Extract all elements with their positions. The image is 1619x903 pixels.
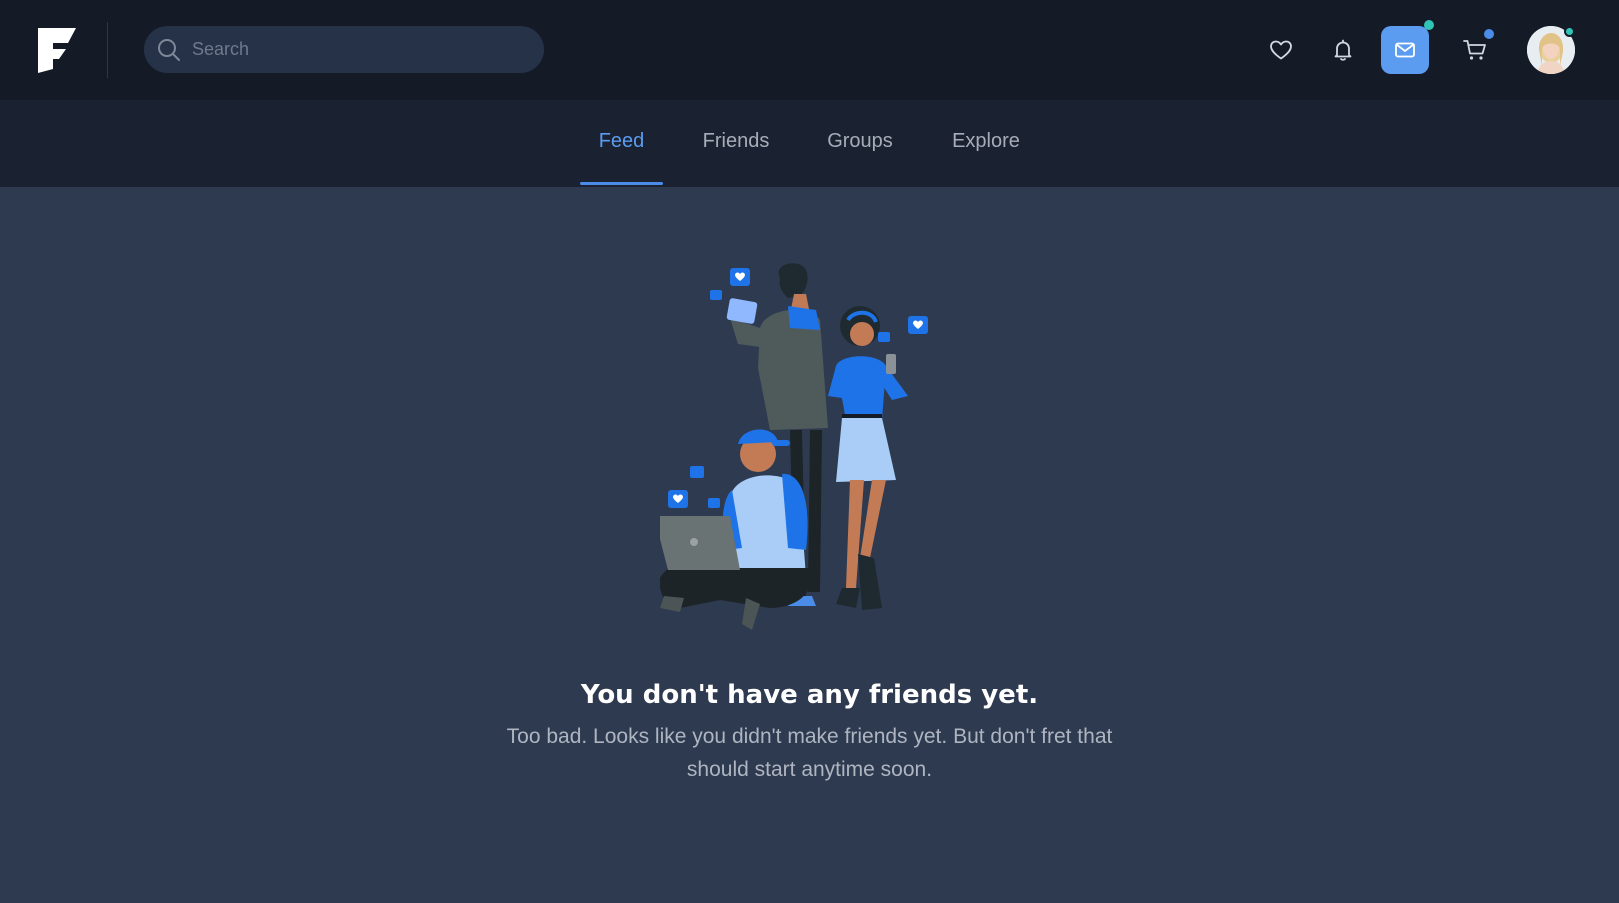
wishlist-button[interactable] [1257,26,1305,74]
search-icon [156,37,182,63]
notifications-button[interactable] [1319,26,1367,74]
search-input[interactable] [192,26,532,73]
friends-empty-illustration [654,258,960,658]
feed-tab-bar: Feed Friends Groups Explore [0,100,1619,187]
top-navigation-bar [0,0,1619,100]
empty-state-description: Too bad. Looks like you didn't make frie… [506,725,1113,781]
mail-icon [1395,42,1415,58]
f-logo-icon [38,28,76,73]
tab-friends[interactable]: Friends [690,100,782,187]
search-box [144,26,544,73]
logo-divider [107,22,108,78]
bell-icon [1334,39,1352,61]
tab-groups[interactable]: Groups [815,100,905,187]
messages-unread-dot [1424,20,1434,30]
brand-logo[interactable] [36,25,78,75]
empty-state-title: You don't have any friends yet. [580,680,1039,710]
heart-icon [1270,40,1292,60]
sitting-man-figure [654,429,812,630]
messages-button[interactable] [1381,26,1429,74]
woman-figure [828,306,908,610]
online-status-dot [1564,26,1575,37]
active-tab-indicator [580,182,663,185]
tab-feed[interactable]: Feed [580,100,663,187]
cart-icon [1463,40,1486,60]
tab-explore[interactable]: Explore [939,100,1033,187]
cart-badge-dot [1484,29,1494,39]
